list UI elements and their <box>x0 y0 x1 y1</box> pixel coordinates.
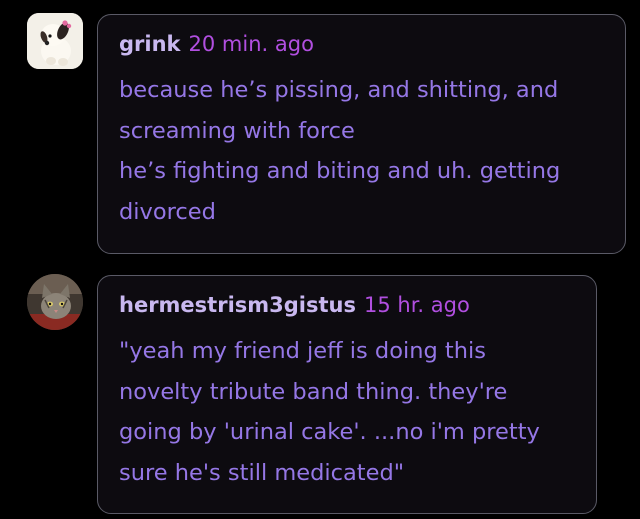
reply-text: "yeah my friend jeff is doing this novel… <box>119 331 540 493</box>
reply-bubble: hermestrism3gistus 15 hr. ago "yeah my fr… <box>97 275 597 514</box>
reply-bubble: grink 20 min. ago because he’s pissing, a… <box>97 14 626 254</box>
reply-text: because he’s pissing, and shitting, and … <box>119 70 560 232</box>
username-link[interactable]: hermestrism3gistus <box>119 293 356 317</box>
avatar[interactable] <box>27 13 83 69</box>
timestamp-link[interactable]: 15 hr. ago <box>364 293 470 317</box>
reply-header: grink 20 min. ago <box>119 31 314 57</box>
reply-text-line: going by 'urinal cake'. ...no i'm pretty <box>119 419 540 445</box>
reply-text-line: he’s fighting and biting and uh. getting <box>119 158 561 184</box>
reply-header: hermestrism3gistus 15 hr. ago <box>119 292 470 318</box>
reply-text-line: screaming with force <box>119 117 355 144</box>
plush-dog-avatar-icon <box>27 13 83 69</box>
reply-text-line: sure he's still medicated" <box>119 459 405 486</box>
timestamp-link[interactable]: 20 min. ago <box>189 32 314 56</box>
cat-avatar-icon <box>27 274 83 330</box>
reply-text-line: because he’s pissing, and shitting, and <box>119 77 559 103</box>
reply-text-line: "yeah my friend jeff is doing this <box>119 338 486 364</box>
reply-text-line: divorced <box>119 198 216 225</box>
username-link[interactable]: grink <box>119 32 181 56</box>
reply-text-line: novelty tribute band thing. they're <box>119 378 508 405</box>
avatar[interactable] <box>27 274 83 330</box>
